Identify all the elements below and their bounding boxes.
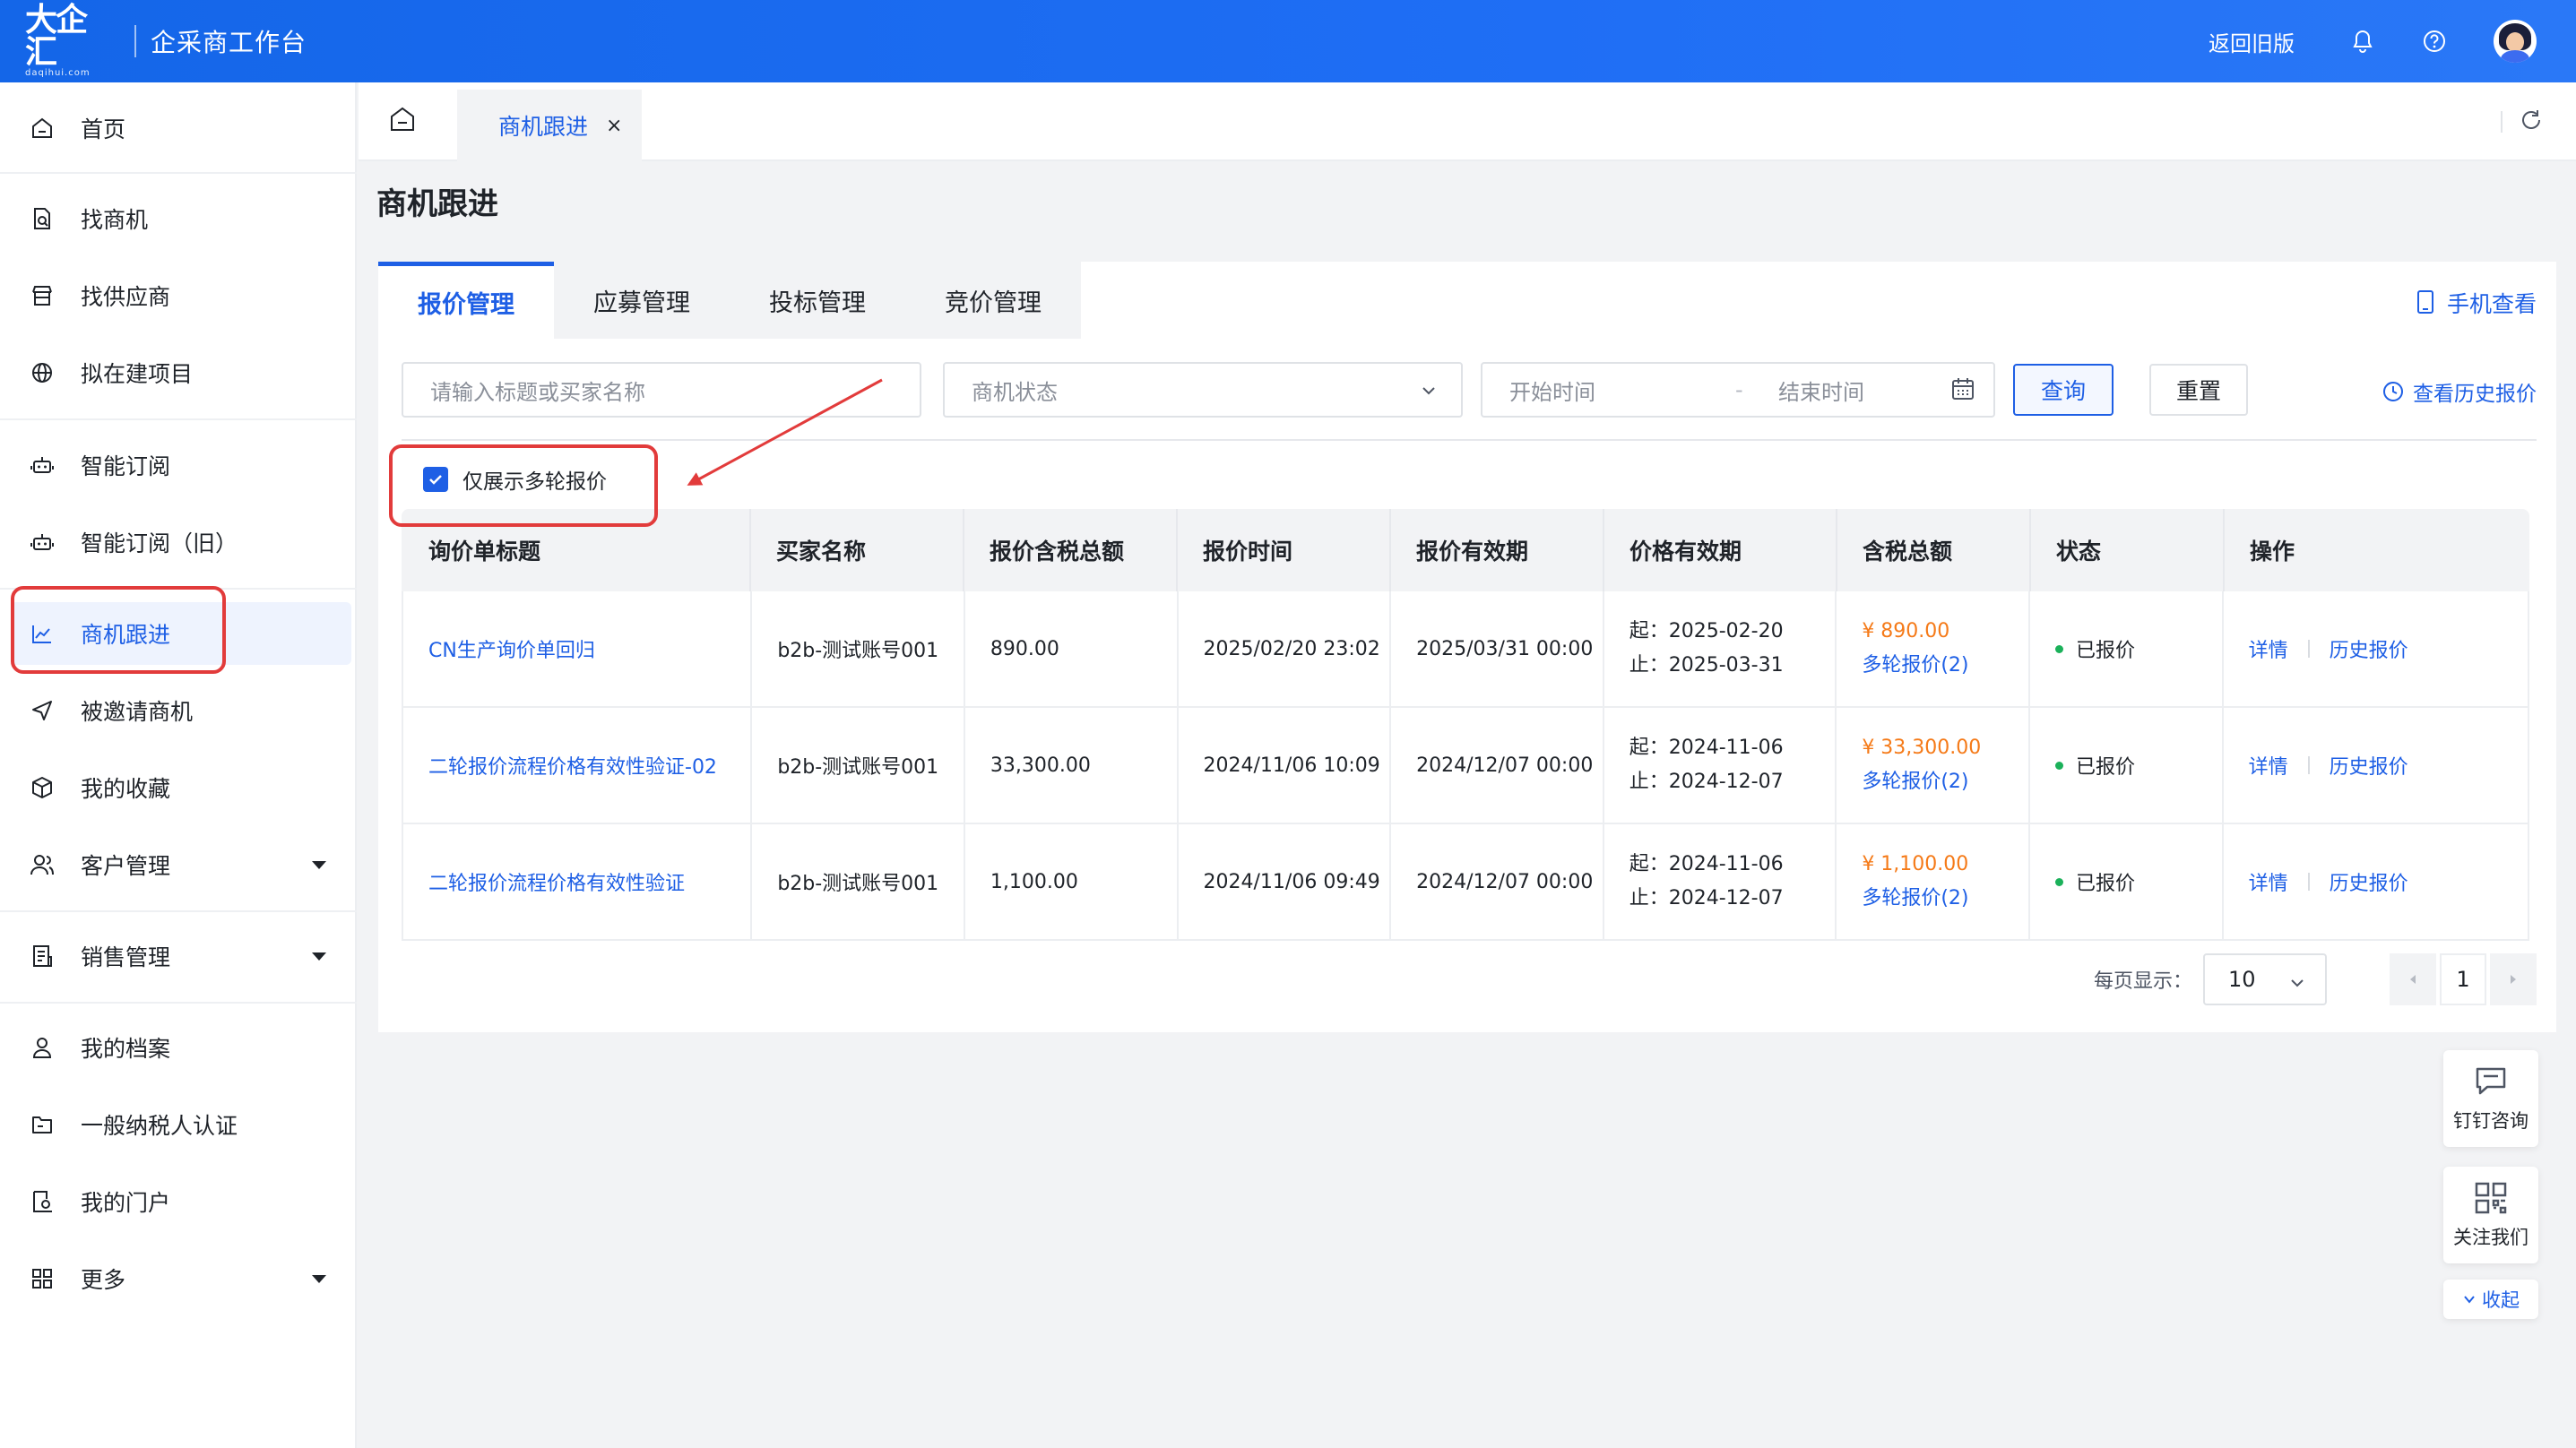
follow-us-label: 关注我们	[2453, 1227, 2528, 1248]
follow-us-button[interactable]: 关注我们	[2443, 1167, 2538, 1263]
dingtalk-consult-button[interactable]: 钉钉咨询	[2443, 1050, 2538, 1147]
collapse-label: 收起	[2482, 1289, 2520, 1311]
chat-icon	[2473, 1064, 2509, 1099]
dingtalk-consult-label: 钉钉咨询	[2453, 1110, 2528, 1132]
collapse-button[interactable]: 收起	[2443, 1280, 2538, 1319]
qr-code-icon	[2473, 1180, 2509, 1216]
chevron-down-icon	[2462, 1292, 2477, 1306]
annotation-arrow-icon	[687, 378, 883, 486]
